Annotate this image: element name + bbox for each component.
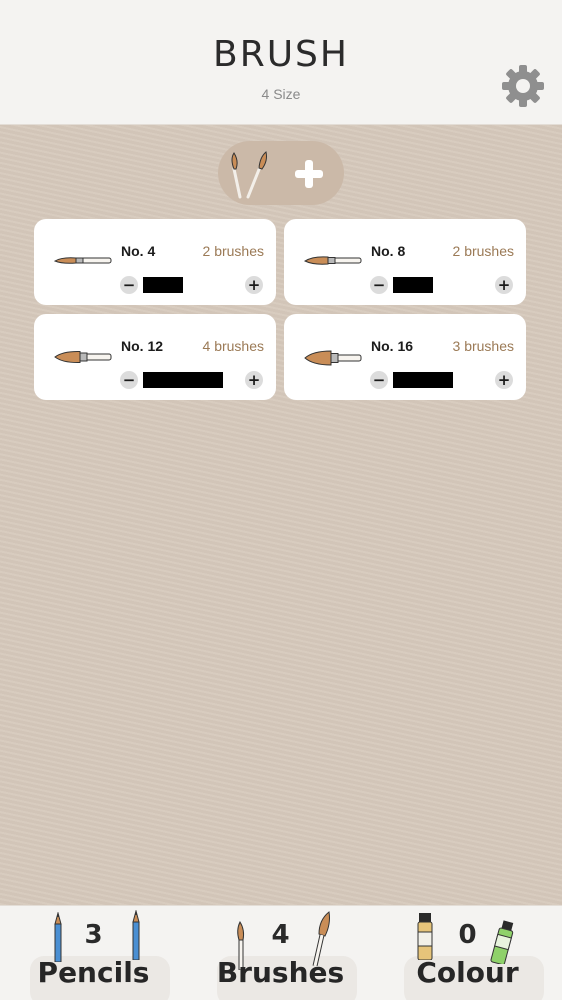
quantity-bar — [143, 277, 183, 293]
header: BRUSH 4 Size — [0, 0, 562, 125]
tab-colour-label: Colour — [416, 956, 519, 989]
plus-icon — [295, 160, 323, 188]
tab-pencils-label: Pencils — [37, 956, 150, 989]
tab-colour[interactable]: 0 Colour — [374, 906, 561, 1000]
brush-count: 2 brushes — [202, 243, 264, 259]
brush-list-area: No. 4 2 brushes − + No. 8 2 brushes − + — [0, 125, 562, 905]
brush-count: 3 brushes — [452, 338, 514, 354]
brush-count: 4 brushes — [202, 338, 264, 354]
brushes-count: 4 — [271, 920, 290, 950]
gear-icon[interactable] — [499, 62, 547, 110]
quantity-bar — [143, 372, 223, 388]
increase-button[interactable]: + — [495, 276, 513, 294]
page-title: BRUSH — [213, 34, 349, 75]
tab-brushes-label: Brushes — [216, 956, 345, 989]
add-brush-button[interactable] — [218, 141, 344, 205]
tab-brushes[interactable]: 4 Brushes — [187, 906, 374, 1000]
increase-button[interactable]: + — [495, 371, 513, 389]
increase-button[interactable]: + — [245, 276, 263, 294]
decrease-button[interactable]: − — [120, 276, 138, 294]
brush-size-label: No. 4 — [121, 243, 156, 259]
brush-icon — [54, 350, 112, 364]
bottom-tab-bar: 3 Pencils 4 Brushes 0 Colour — [0, 905, 562, 1000]
quantity-bar — [393, 277, 433, 293]
decrease-button[interactable]: − — [370, 276, 388, 294]
brush-card-no12[interactable]: No. 12 4 brushes − + — [34, 314, 276, 400]
brush-count: 2 brushes — [452, 243, 514, 259]
pencils-count: 3 — [84, 920, 103, 950]
brushes-icon — [231, 151, 267, 199]
brush-size-label: No. 12 — [121, 338, 164, 354]
brush-icon — [304, 256, 362, 265]
brush-card-no16[interactable]: No. 16 3 brushes − + — [284, 314, 526, 400]
increase-button[interactable]: + — [245, 371, 263, 389]
decrease-button[interactable]: − — [120, 371, 138, 389]
quantity-bar — [393, 372, 453, 388]
brush-card-no4[interactable]: No. 4 2 brushes − + — [34, 219, 276, 305]
decrease-button[interactable]: − — [370, 371, 388, 389]
brush-size-label: No. 16 — [371, 338, 414, 354]
brush-card-no8[interactable]: No. 8 2 brushes − + — [284, 219, 526, 305]
tab-pencils[interactable]: 3 Pencils — [0, 906, 187, 1000]
page-subtitle: 4 Size — [261, 86, 301, 102]
brush-icon — [54, 257, 112, 264]
brush-size-label: No. 8 — [371, 243, 406, 259]
brush-icon — [304, 350, 362, 366]
colour-count: 0 — [458, 920, 477, 950]
